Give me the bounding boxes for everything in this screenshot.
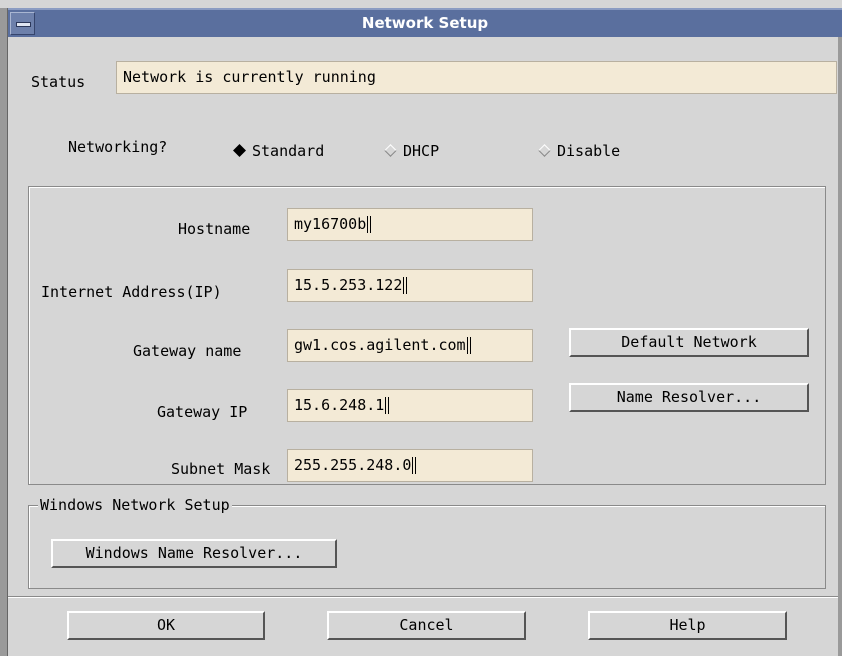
window-title: Network Setup [361,14,489,32]
name-resolver-button[interactable]: Name Resolver... [569,383,809,412]
hostname-label: Hostname [178,220,251,238]
radio-dhcp-label: DHCP [403,142,440,160]
ip-input[interactable]: 15.5.253.122 [287,269,533,302]
window-left-frame [0,8,8,656]
text-cursor-icon [367,216,372,233]
status-field: Network is currently running [116,61,837,94]
radio-unselected-icon [538,144,551,157]
window-menu-button[interactable] [10,12,35,35]
radio-dhcp[interactable]: DHCP [383,141,439,161]
cancel-button[interactable]: Cancel [327,611,526,640]
window-right-frame [838,37,842,656]
minimize-bar-icon [16,22,31,27]
radio-standard-label: Standard [252,142,325,160]
radio-selected-icon [233,144,246,157]
radio-disable[interactable]: Disable [537,141,620,161]
subnet-mask-value: 255.255.248.0 [294,456,412,474]
ip-value: 15.5.253.122 [294,276,403,294]
network-setup-dialog: Network Setup Status Network is currentl… [0,0,842,656]
status-label: Status [31,73,86,91]
text-cursor-icon [385,397,390,414]
radio-unselected-icon [384,144,397,157]
subnet-mask-label: Subnet Mask [171,460,271,478]
help-button[interactable]: Help [588,611,787,640]
status-text: Network is currently running [123,68,376,86]
text-cursor-icon [412,457,417,474]
gateway-ip-label: Gateway IP [157,403,248,421]
ip-label: Internet Address(IP) [41,283,222,301]
text-cursor-icon [403,277,408,294]
button-row-separator [8,596,838,598]
hostname-input[interactable]: my16700b [287,208,533,241]
default-network-button[interactable]: Default Network [569,328,809,357]
text-cursor-icon [466,337,471,354]
radio-standard[interactable]: Standard [232,141,324,161]
networking-label: Networking? [68,138,168,156]
ok-button[interactable]: OK [67,611,265,640]
title-bar[interactable]: Network Setup [8,8,842,37]
gateway-name-input[interactable]: gw1.cos.agilent.com [287,329,533,362]
gateway-ip-value: 15.6.248.1 [294,396,385,414]
subnet-mask-input[interactable]: 255.255.248.0 [287,449,533,482]
windows-name-resolver-button[interactable]: Windows Name Resolver... [51,539,337,568]
windows-group-title: Windows Network Setup [38,496,232,514]
hostname-value: my16700b [294,215,367,233]
gateway-ip-input[interactable]: 15.6.248.1 [287,389,533,422]
radio-disable-label: Disable [557,142,621,160]
gateway-name-label: Gateway name [133,342,242,360]
gateway-name-value: gw1.cos.agilent.com [294,336,466,354]
